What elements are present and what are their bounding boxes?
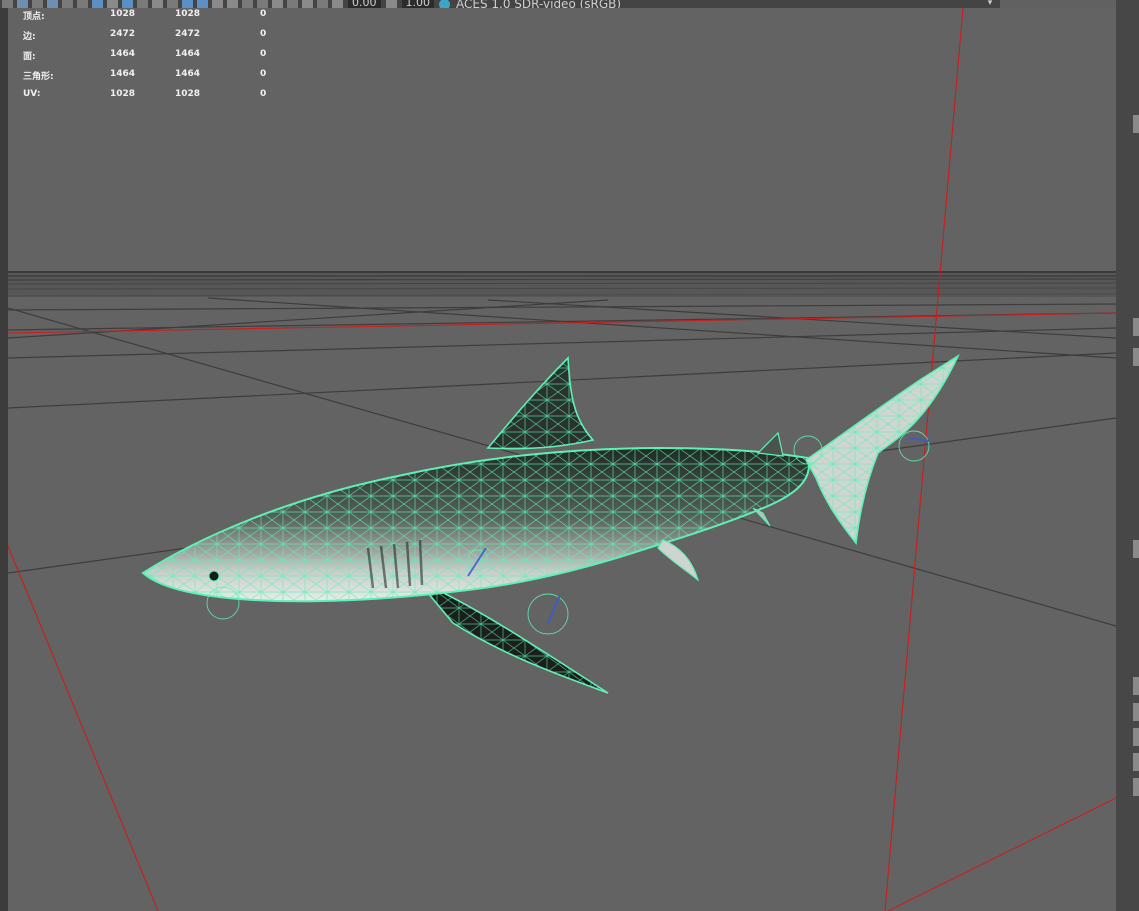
maya-window: 0.00 1.00 ACES 1.0 SDR-video (sRGB) ▾ 顶点…: [0, 0, 1139, 911]
grease-pencil-icon[interactable]: [317, 0, 328, 8]
grid-icon[interactable]: [92, 0, 103, 8]
hud-value-selection: 1464: [175, 49, 201, 59]
textured-icon[interactable]: [137, 0, 148, 8]
pelvic-fin: [657, 539, 700, 582]
exposure-field[interactable]: 0.00: [348, 0, 381, 8]
select-icon[interactable]: [2, 0, 13, 8]
hud-label: 顶点:: [23, 12, 45, 22]
color-management-icon[interactable]: [439, 0, 450, 8]
hud-value-components: 0: [260, 9, 267, 19]
shark-model[interactable]: [141, 353, 960, 694]
paint-icon[interactable]: [32, 0, 43, 8]
hud-value-object: 1464: [110, 69, 136, 79]
lights-icon[interactable]: [152, 0, 163, 8]
panel-tab-button[interactable]: [1133, 778, 1139, 796]
hud-label: 边:: [23, 32, 36, 42]
color-space-dropdown[interactable]: ACES 1.0 SDR-video (sRGB): [456, 0, 621, 8]
shadows-icon[interactable]: [167, 0, 178, 8]
anal-fin: [752, 507, 771, 527]
eye: [208, 570, 220, 582]
right-side-panel: [1116, 0, 1139, 911]
scale-icon[interactable]: [77, 0, 88, 8]
hud-value-selection: 1028: [175, 89, 201, 99]
hud-value-selection: 1028: [175, 9, 201, 19]
panel-tab-button[interactable]: [1133, 703, 1139, 721]
hud-label: 面:: [23, 52, 36, 62]
second-dorsal-fin: [756, 431, 784, 457]
hud-value-object: 2472: [110, 29, 136, 39]
panel-tab-button[interactable]: [1133, 677, 1139, 695]
hud-value-object: 1464: [110, 49, 136, 59]
field-chart-icon[interactable]: [287, 0, 298, 8]
smooth-shade-icon[interactable]: [122, 0, 133, 8]
hud-value-components: 0: [260, 49, 267, 59]
hud-value-components: 0: [260, 29, 267, 39]
isolate-icon[interactable]: [197, 0, 208, 8]
hud-value-object: 1028: [110, 89, 136, 99]
safe-action-icon[interactable]: [272, 0, 283, 8]
film-gate-icon[interactable]: [227, 0, 238, 8]
hud-value-object: 1028: [110, 9, 136, 19]
exposure-icon[interactable]: [332, 0, 343, 8]
xray-icon[interactable]: [182, 0, 193, 8]
hud-value-components: 0: [260, 69, 267, 79]
hud-value-selection: 1464: [175, 69, 201, 79]
hud-value-components: 0: [260, 89, 267, 99]
chevron-down-icon[interactable]: ▾: [980, 0, 1000, 8]
hud-label: 三角形:: [23, 72, 54, 82]
move-icon[interactable]: [47, 0, 58, 8]
3d-viewport[interactable]: [8, 8, 1116, 911]
hud-value-selection: 2472: [175, 29, 201, 39]
panel-tab-button[interactable]: [1133, 115, 1139, 133]
gamma-field[interactable]: 1.00: [401, 0, 434, 8]
resolution-gate-icon[interactable]: [242, 0, 253, 8]
wireframe-icon[interactable]: [107, 0, 118, 8]
viewport-toolbar: 0.00 1.00 ACES 1.0 SDR-video (sRGB) ▾: [0, 0, 1000, 8]
panel-tab-button[interactable]: [1133, 318, 1139, 336]
rotate-icon[interactable]: [62, 0, 73, 8]
gamma-icon[interactable]: [385, 0, 397, 8]
panel-tab-button[interactable]: [1133, 753, 1139, 771]
panel-tab-button[interactable]: [1133, 540, 1139, 558]
panel-tab-button[interactable]: [1133, 728, 1139, 746]
grid-horizon: [8, 271, 1116, 297]
camera-icon[interactable]: [212, 0, 223, 8]
hud-label: UV:: [23, 89, 41, 99]
lasso-icon[interactable]: [17, 0, 28, 8]
left-panel-edge: [0, 0, 8, 911]
viewport-scene: [8, 8, 1116, 911]
pan-zoom-icon[interactable]: [302, 0, 313, 8]
hud-icon[interactable]: [257, 0, 268, 8]
panel-tab-button[interactable]: [1133, 348, 1139, 366]
